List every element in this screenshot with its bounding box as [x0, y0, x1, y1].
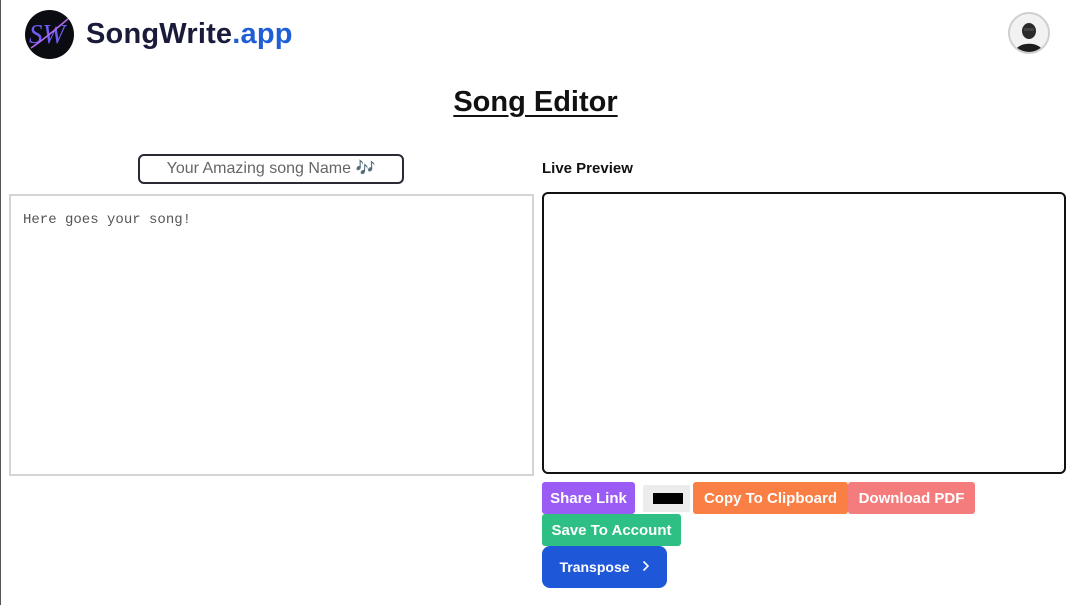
brand-name-main: SongWrite	[86, 18, 233, 50]
live-preview-label: Live Preview	[542, 160, 633, 177]
transpose-label: Transpose	[559, 559, 630, 575]
song-body-editor[interactable]	[9, 194, 534, 476]
save-to-account-button[interactable]: Save To Account	[542, 514, 681, 546]
color-swatch	[653, 493, 683, 504]
share-link-button[interactable]: Share Link	[542, 482, 635, 514]
brand-name[interactable]: SongWrite.app	[86, 18, 293, 51]
color-picker[interactable]	[643, 485, 690, 512]
song-name-input[interactable]	[138, 154, 404, 184]
transpose-button[interactable]: Transpose	[542, 546, 667, 588]
copy-to-clipboard-button[interactable]: Copy To Clipboard	[693, 482, 848, 514]
page-title: Song Editor	[453, 86, 618, 118]
logo-icon[interactable]: SW	[25, 10, 74, 59]
live-preview-panel	[542, 192, 1066, 474]
download-pdf-button[interactable]: Download PDF	[848, 482, 975, 514]
user-avatar-icon	[1010, 14, 1048, 52]
user-avatar[interactable]	[1008, 12, 1050, 54]
chevron-right-icon	[642, 560, 650, 574]
brand-name-domain: .app	[232, 18, 293, 50]
